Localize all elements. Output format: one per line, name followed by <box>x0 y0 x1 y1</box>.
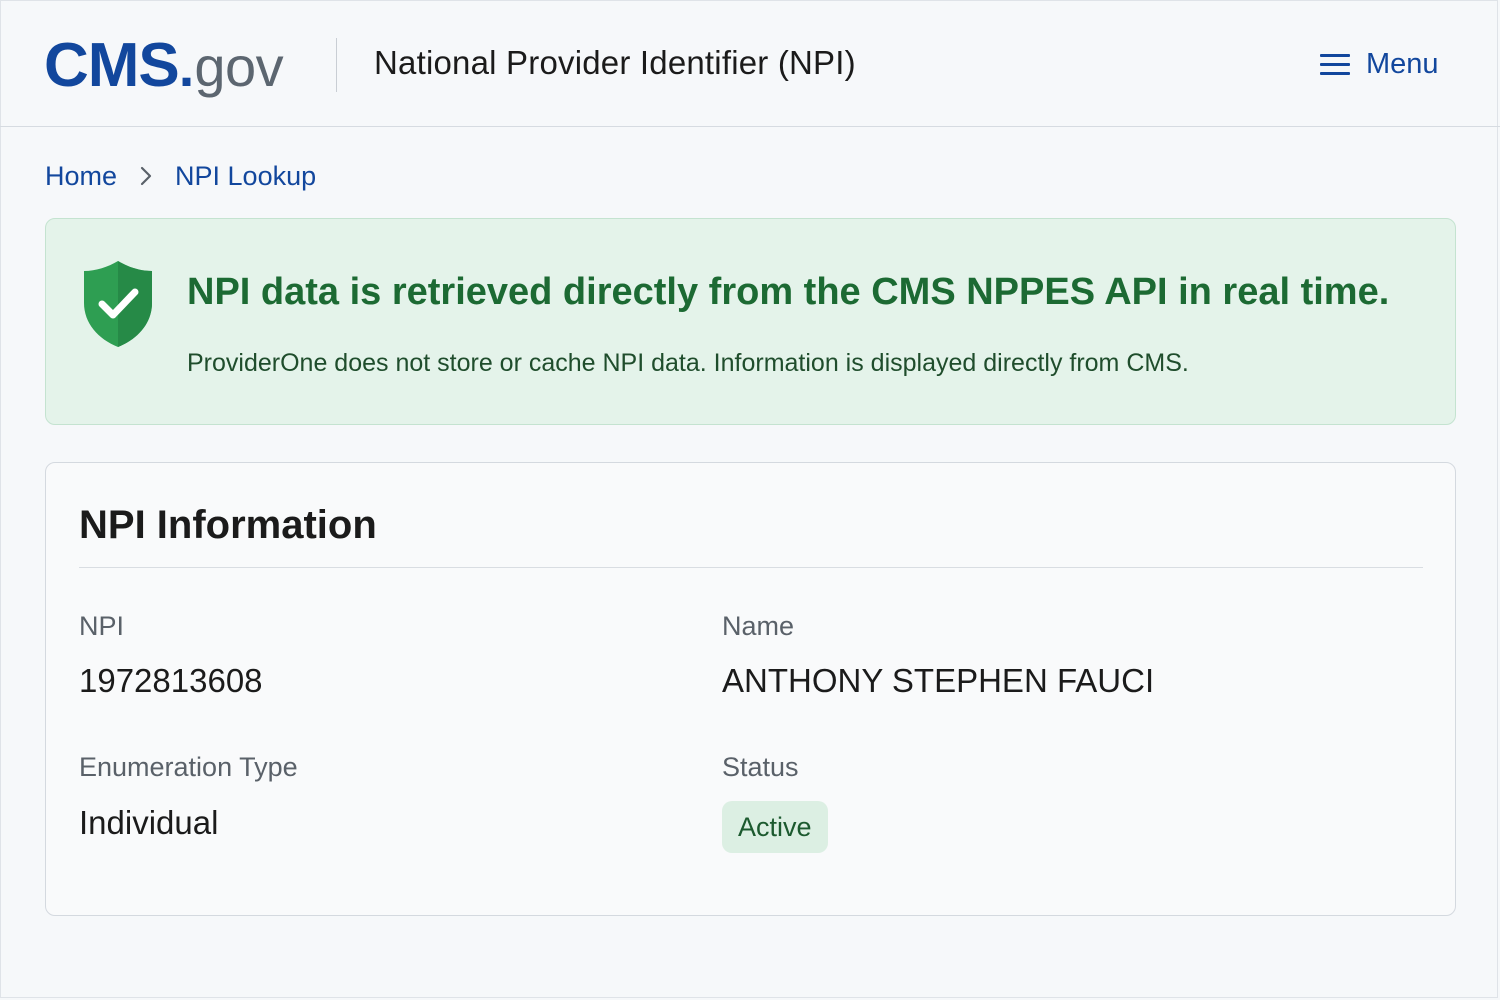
enumeration-type-value: Individual <box>79 804 219 841</box>
card-title: NPI Information <box>79 503 377 547</box>
logo-cms-text: CMS <box>44 31 180 100</box>
breadcrumb-home-link[interactable]: Home <box>45 161 117 192</box>
logo-dot-text: . <box>178 35 195 98</box>
npi-information-card: NPI Information NPI 1972813608 Name ANTH… <box>45 462 1456 916</box>
header-divider <box>336 38 337 92</box>
header-title: National Provider Identifier (NPI) <box>374 44 856 81</box>
cms-gov-logo[interactable]: CMS . gov <box>44 30 284 102</box>
hamburger-icon <box>1320 52 1352 76</box>
menu-label: Menu <box>1366 47 1439 80</box>
logo-gov-text: gov <box>194 35 284 98</box>
npi-value: 1972813608 <box>79 662 263 699</box>
chevron-right-icon <box>140 166 152 186</box>
enumeration-type-label: Enumeration Type <box>79 752 298 782</box>
alert-message: ProviderOne does not store or cache NPI … <box>187 349 1189 377</box>
status-label: Status <box>722 752 799 782</box>
name-label: Name <box>722 611 795 641</box>
site-header: CMS . gov National Provider Identifier (… <box>0 0 1500 127</box>
menu-button[interactable]: Menu <box>1320 44 1439 84</box>
npi-label: NPI <box>79 611 125 641</box>
status-badge: Active <box>722 801 828 853</box>
card-divider <box>79 567 1423 568</box>
breadcrumb-npi-lookup-link[interactable]: NPI Lookup <box>175 161 316 192</box>
alert-title: NPI data is retrieved directly from the … <box>187 271 1390 313</box>
shield-check-icon <box>84 261 152 347</box>
realtime-data-alert: NPI data is retrieved directly from the … <box>45 218 1456 425</box>
breadcrumb: Home NPI Lookup <box>45 158 316 194</box>
name-value: ANTHONY STEPHEN FAUCI <box>722 662 1155 699</box>
